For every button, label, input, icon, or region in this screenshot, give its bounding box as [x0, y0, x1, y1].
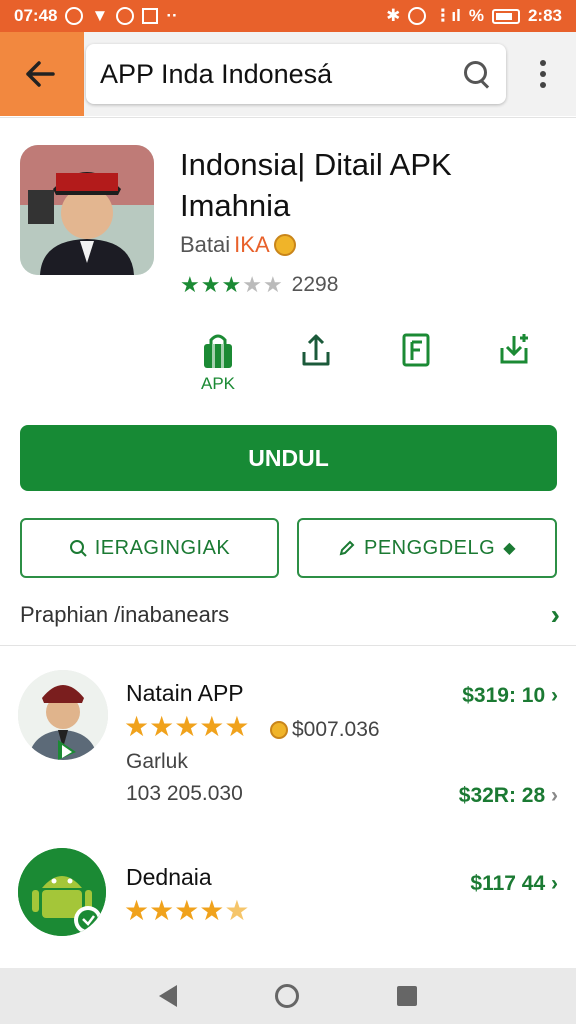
navigation-bar	[0, 968, 576, 1024]
developer-name[interactable]: Batai IKA	[180, 232, 296, 258]
status-clock-right: 2:83	[527, 6, 562, 25]
developer-accent: IKA	[234, 232, 270, 257]
item-price-note: $007.036	[270, 718, 380, 742]
price-bottom-text: $32R: 28	[458, 784, 546, 807]
item-category: Garluk	[126, 750, 188, 773]
more-options-icon[interactable]	[528, 56, 558, 92]
share-action[interactable]	[284, 330, 348, 370]
signal-icon: ⋮ıl	[434, 6, 461, 25]
star-icon: ★	[221, 272, 243, 297]
nav-recents-icon[interactable]	[397, 986, 417, 1006]
left-outline-label: IERAGINGIAK	[94, 536, 231, 559]
apk-action[interactable]: APK	[186, 330, 250, 394]
star-icon: ★	[180, 272, 201, 297]
chevron-right-icon[interactable]: ›	[551, 599, 560, 631]
rating-stars: ★★★★★	[180, 272, 284, 298]
more-notifications-icon: ··	[166, 6, 178, 25]
item-name: Dednaia	[126, 864, 212, 890]
star-empty-icon: ★	[242, 272, 263, 297]
app-title: Indonsia| Ditail APK Imahnia	[180, 147, 452, 223]
search-query: APP Inda Indonesá	[100, 58, 333, 89]
item-downloads: 103 205.030	[126, 782, 243, 805]
search-input[interactable]: APP Inda Indonesá	[86, 44, 506, 104]
bluetooth-icon: ✱	[386, 6, 401, 25]
link-icon	[116, 7, 135, 25]
wifi-icon: ▼	[91, 6, 109, 25]
developer-prefix: Batai	[180, 232, 231, 257]
document-icon	[402, 333, 430, 367]
item-price-top[interactable]: $319: 10 ›	[462, 684, 558, 708]
status-right: ✱ ⋮ıl % 2:83	[386, 6, 562, 26]
file-action[interactable]	[384, 330, 448, 370]
chevron-right-icon: ›	[551, 684, 558, 707]
app-icon	[20, 145, 154, 275]
item-stars: ★★★★★	[124, 711, 250, 742]
chevron-right-icon: ›	[551, 784, 558, 807]
left-outline-button[interactable]: IERAGINGIAK	[20, 518, 279, 578]
android-icon	[18, 848, 106, 936]
edit-icon	[339, 540, 355, 556]
download-button[interactable]: UNDUL	[20, 425, 557, 491]
download-icon	[500, 334, 528, 364]
coin-icon	[270, 721, 288, 739]
battery-percent: %	[468, 6, 484, 25]
back-arrow-icon[interactable]	[18, 52, 62, 96]
price-note-text: $007.036	[292, 718, 380, 741]
search-icon	[69, 540, 87, 557]
item-name: Natain APP	[126, 680, 244, 706]
section-title: Praphian /inabanears	[20, 602, 230, 627]
app-rating: ★★★★★ 2298	[180, 272, 338, 298]
battery-icon	[491, 8, 520, 24]
item-price-top[interactable]: $117 44 ›	[470, 872, 558, 896]
diamond-icon: ◆	[503, 540, 516, 557]
price-top-text: $319: 10	[462, 684, 546, 707]
header-divider	[0, 117, 576, 118]
right-outline-button[interactable]: PENGGDELG ◆	[297, 518, 557, 578]
section-header[interactable]: Praphian /inabanears ›	[20, 598, 560, 632]
nav-back-icon[interactable]	[159, 985, 177, 1007]
notification-icon	[65, 7, 84, 25]
rating-count: 2298	[291, 273, 339, 296]
search-icon[interactable]	[462, 59, 492, 89]
apk-label: APK	[200, 374, 236, 393]
share-icon	[302, 334, 330, 366]
nav-home-icon[interactable]	[275, 984, 299, 1008]
status-left: 07:48 ▼ ··	[14, 6, 178, 26]
star-icon: ★	[200, 272, 222, 297]
avatar	[18, 670, 108, 760]
item-stars: ★★★★★	[124, 895, 250, 926]
star-empty-icon: ★	[262, 272, 284, 297]
list-item[interactable]: Dednaia ★★★★★ $117 44 ›	[0, 848, 576, 948]
item-price-bottom[interactable]: $32R: 28 ›	[459, 784, 558, 808]
badge-icon	[273, 234, 296, 256]
list-item[interactable]: Natain APP ★★★★★ $007.036 Garluk 103 205…	[0, 668, 576, 818]
chevron-right-icon: ›	[551, 872, 558, 895]
section-divider	[0, 645, 576, 646]
shopping-bag-icon	[204, 334, 232, 368]
alarm-icon	[408, 7, 427, 25]
gallery-icon	[142, 8, 159, 24]
save-action[interactable]	[482, 330, 546, 370]
status-time: 07:48	[14, 6, 58, 25]
right-outline-label: PENGGDELG	[363, 536, 496, 559]
status-bar: 07:48 ▼ ·· ✱ ⋮ıl % 2:83	[0, 0, 576, 32]
price-top-text: $117 44	[470, 872, 546, 895]
